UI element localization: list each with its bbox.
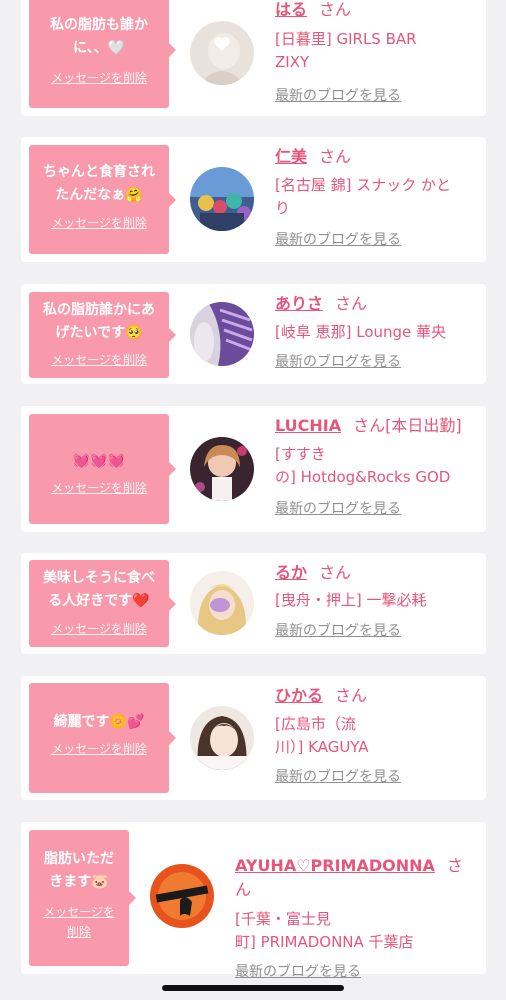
message-text: 綺麗です🌼💕 (53, 714, 145, 730)
delete-message-link[interactable]: メッセージを削除 (51, 350, 147, 370)
girl-info: はる さん [日暮里] GIRLS BAR ZIXY 最新のブログを見る (275, 0, 474, 106)
message-card: ちゃんと食育され たんだなぁ🤗 メッセージを削除 仁美 さん [名古屋 錦] スナ… (21, 137, 486, 262)
message-text: 💓💓💓 (72, 453, 126, 469)
avatar-photo (150, 864, 214, 928)
home-indicator[interactable] (162, 985, 344, 991)
message-card: 💓💓💓 メッセージを削除 LUCHIA さん[本日出勤] [すすき の] Hotd… (21, 406, 486, 532)
message-card: 美味しそうに食べ る人好きです❤️ メッセージを削除 るか さん [曳舟・押上] … (21, 553, 486, 654)
latest-blog-link[interactable]: 最新のブログを見る (235, 962, 361, 982)
shop-name: [曳舟・押上] 一撃必耗 (275, 591, 427, 609)
message-text: 私の脂肪も誰か に、、🤍 (50, 17, 148, 56)
message-card: 綺麗です🌼💕 メッセージを削除 ひかる さん [広島市（流 川）] KAGUYA … (21, 676, 486, 800)
latest-blog-link[interactable]: 最新のブログを見る (275, 86, 401, 106)
girl-name-link[interactable]: 仁美 (275, 147, 307, 166)
message-bubble: ちゃんと食育され たんだなぁ🤗 メッセージを削除 (29, 145, 176, 254)
latest-blog-link[interactable]: 最新のブログを見る (275, 767, 401, 787)
girl-info: ひかる さん [広島市（流 川）] KAGUYA 最新のブログを見る (275, 684, 474, 787)
message-bubble: 私の脂肪誰かにあ げたいです🥺 メッセージを削除 (29, 292, 176, 378)
avatar[interactable] (190, 302, 254, 366)
shop-name: [広島市（流 川）] KAGUYA (275, 715, 369, 756)
shop-name: [日暮里] GIRLS BAR ZIXY (275, 30, 417, 71)
message-card: 私の脂肪誰かにあ げたいです🥺 メッセージを削除 ありさ さん [岐阜 恵那] L… (21, 284, 486, 384)
message-text: 私の脂肪誰かにあ げたいです🥺 (43, 302, 155, 341)
message-card: 私の脂肪も誰か に、、🤍 メッセージを削除 はる さん [日暮里] GIRLS B… (21, 0, 486, 116)
delete-message-link[interactable]: メッセージを削除 (51, 619, 147, 639)
honorific: さん (319, 563, 352, 582)
honorific: さん (319, 0, 352, 19)
girl-info: AYUHA♡PRIMADONNA さ ん [千葉・富士見 町] PRIMADONN… (235, 830, 474, 982)
girl-name-link[interactable]: ありさ (275, 294, 323, 313)
avatar-photo (190, 167, 254, 231)
girl-name-link[interactable]: ひかる (275, 686, 323, 705)
girl-name-link[interactable]: るか (275, 563, 307, 582)
honorific: さん (319, 147, 352, 166)
latest-blog-link[interactable]: 最新のブログを見る (275, 230, 401, 250)
message-bubble: 💓💓💓 メッセージを削除 (29, 414, 176, 524)
latest-blog-link[interactable]: 最新のブログを見る (275, 621, 401, 641)
message-text: 美味しそうに食べ る人好きです❤️ (43, 570, 155, 609)
message-text: ちゃんと食育され たんだなぁ🤗 (43, 164, 155, 203)
girl-name-link[interactable]: AYUHA♡PRIMADONNA (235, 856, 435, 875)
honorific: さん (335, 686, 368, 705)
latest-blog-link[interactable]: 最新のブログを見る (275, 352, 401, 372)
avatar[interactable] (150, 864, 214, 928)
message-bubble: 綺麗です🌼💕 メッセージを削除 (29, 683, 176, 793)
delete-message-link[interactable]: メッセージを削除 (51, 213, 147, 233)
delete-message-link[interactable]: メッセージを削除 (51, 739, 147, 759)
girl-info: LUCHIA さん[本日出勤] [すすき の] Hotdog&Rocks GOD … (275, 414, 474, 519)
delete-message-link[interactable]: メッセージを 削除 (43, 902, 115, 942)
girl-info: ありさ さん [岐阜 恵那] Lounge 華央 最新のブログを見る (275, 292, 474, 372)
message-card: 脂肪いただ きます🐷 メッセージを 削除 AYUHA♡PRIMADONNA さ ん… (21, 822, 486, 980)
delete-message-link[interactable]: メッセージを削除 (51, 478, 147, 498)
avatar-photo (190, 571, 254, 635)
message-bubble: 美味しそうに食べ る人好きです❤️ メッセージを削除 (29, 560, 176, 647)
message-text: 脂肪いただ きます🐷 (44, 851, 114, 890)
latest-blog-link[interactable]: 最新のブログを見る (275, 499, 401, 519)
avatar[interactable] (190, 571, 254, 635)
avatar-photo (190, 437, 254, 501)
girl-name-link[interactable]: LUCHIA (275, 416, 341, 435)
girl-info: るか さん [曳舟・押上] 一撃必耗 最新のブログを見る (275, 561, 474, 641)
avatar-photo (190, 302, 254, 366)
avatar[interactable] (190, 437, 254, 501)
avatar[interactable] (190, 21, 254, 85)
honorific: さん (335, 294, 368, 313)
shop-name: [名古屋 錦] スナック かと り (275, 176, 452, 217)
avatar[interactable] (190, 167, 254, 231)
avatar[interactable] (190, 706, 254, 770)
avatar-photo (190, 21, 254, 85)
avatar-photo (190, 706, 254, 770)
shop-name: [岐阜 恵那] Lounge 華央 (275, 323, 447, 341)
honorific: さん[本日出勤] (353, 416, 462, 435)
girl-name-link[interactable]: はる (275, 0, 307, 19)
message-bubble: 脂肪いただ きます🐷 メッセージを 削除 (29, 830, 136, 966)
shop-name: [すすき の] Hotdog&Rocks GOD (275, 445, 451, 486)
girl-info: 仁美 さん [名古屋 錦] スナック かと り 最新のブログを見る (275, 145, 474, 250)
shop-name: [千葉・富士見 町] PRIMADONNA 千葉店 (235, 910, 414, 951)
delete-message-link[interactable]: メッセージを削除 (51, 68, 147, 88)
message-bubble: 私の脂肪も誰か に、、🤍 メッセージを削除 (29, 0, 176, 108)
